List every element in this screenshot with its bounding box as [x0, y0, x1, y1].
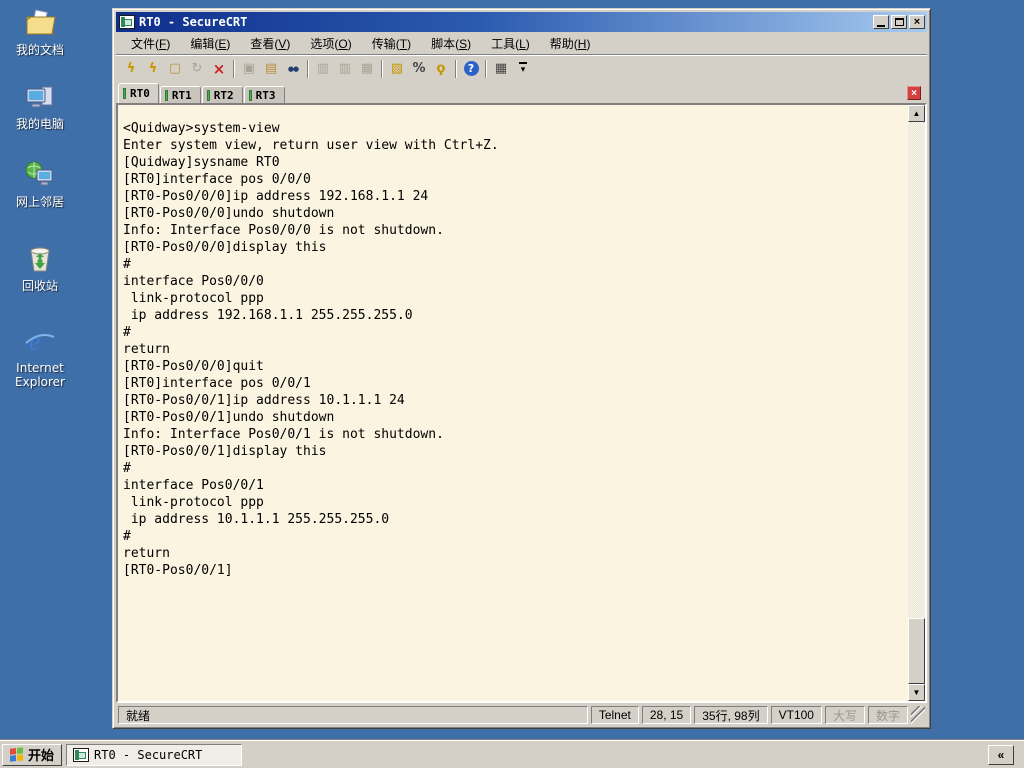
- close-button[interactable]: ×: [909, 15, 925, 29]
- status-num-lock: 数字: [867, 706, 908, 724]
- menu-bar: 文件(F) 编辑(E) 查看(V) 选项(O) 传输(T) 脚本(S) 工具(L…: [116, 32, 927, 54]
- title-bar[interactable]: RT0 - SecureCRT ×: [116, 12, 927, 32]
- keymap-editor-icon[interactable]: ▦: [490, 58, 512, 79]
- status-ready: 就绪: [118, 706, 588, 724]
- status-bar: 就绪 Telnet 28, 15 35行, 98列 VT100 大写 数字: [116, 703, 927, 725]
- status-screen-size: 35行, 98列: [694, 706, 768, 724]
- securecrt-app-icon: [119, 15, 135, 29]
- session-status-led: [206, 89, 210, 101]
- global-options-icon[interactable]: %: [408, 58, 430, 79]
- desktop-icon-label: 网上邻居: [15, 195, 64, 209]
- securecrt-window: RT0 - SecureCRT × 文件(F) 编辑(E) 查看(V) 选项(O…: [112, 8, 931, 729]
- scroll-up-icon[interactable]: ▲: [908, 105, 925, 122]
- svg-text:e: e: [29, 327, 41, 356]
- desktop-icon-internet-explorer[interactable]: e Internet Explorer: [4, 324, 76, 389]
- tab-rt3[interactable]: RT3: [243, 86, 285, 103]
- window-title: RT0 - SecureCRT: [139, 15, 248, 29]
- desktop-icon-label: 我的文档: [15, 43, 64, 57]
- desktop-icon-label: 我的电脑: [15, 117, 64, 131]
- scrollbar-thumb[interactable]: [908, 618, 925, 684]
- status-caps-lock: 大写: [824, 706, 865, 724]
- key-generator-icon[interactable]: ϙ: [430, 58, 452, 79]
- print-selection-icon[interactable]: ▥: [334, 58, 356, 79]
- menu-options[interactable]: 选项(O): [301, 33, 360, 54]
- network-places-icon: [23, 158, 57, 192]
- help-icon[interactable]: ?: [460, 58, 482, 79]
- toolbar: ϟ ϟ ▢ ↻ × ▣ ▤ ●● ▥ ▥ ▦ ▧ % ϙ ? ▦ ▾: [116, 54, 927, 82]
- connect-icon[interactable]: ϟ: [142, 58, 164, 79]
- resize-grip[interactable]: [911, 706, 925, 724]
- my-computer-icon: [23, 80, 57, 114]
- tab-close-icon[interactable]: ×: [907, 86, 921, 100]
- tab-rt2[interactable]: RT2: [201, 86, 243, 103]
- start-button[interactable]: 开始: [2, 743, 63, 766]
- reconnect-icon[interactable]: ↻: [186, 58, 208, 79]
- taskbar-task-securecrt[interactable]: RT0 - SecureCRT: [66, 743, 243, 766]
- scroll-down-icon[interactable]: ▼: [908, 684, 925, 701]
- menu-script[interactable]: 脚本(S): [422, 33, 480, 54]
- desktop-icon-my-computer[interactable]: 我的电脑: [4, 80, 76, 131]
- new-session-icon[interactable]: ▢: [164, 58, 186, 79]
- menu-transfer[interactable]: 传输(T): [363, 33, 420, 54]
- toolbar-separator: [381, 59, 383, 78]
- toolbar-separator: [307, 59, 309, 78]
- session-tab-bar: RT0 RT1 RT2 RT3 ×: [116, 82, 927, 103]
- print-preview-icon[interactable]: ▥: [312, 58, 334, 79]
- session-status-led: [164, 89, 168, 101]
- menu-file[interactable]: 文件(F): [122, 33, 179, 54]
- desktop-icon-recycle-bin[interactable]: 回收站: [4, 242, 76, 293]
- taskbar: 开始 RT0 - SecureCRT «: [0, 740, 1024, 768]
- terminal-output: <Quidway>system-view Enter system view, …: [123, 121, 499, 578]
- find-icon[interactable]: ●●: [282, 58, 304, 79]
- minimize-button[interactable]: [873, 15, 889, 29]
- internet-explorer-icon: e: [23, 324, 57, 358]
- toolbar-overflow-icon[interactable]: ▾: [512, 58, 534, 79]
- desktop-icon-label: Internet Explorer: [15, 361, 65, 389]
- maximize-button[interactable]: [891, 15, 907, 29]
- menu-tools[interactable]: 工具(L): [482, 33, 539, 54]
- desktop-icon-my-documents[interactable]: 我的文档: [4, 6, 76, 57]
- terminal-screen[interactable]: <Quidway>system-view Enter system view, …: [118, 105, 908, 701]
- recycle-bin-icon: [23, 242, 57, 276]
- vertical-scrollbar[interactable]: ▲ ▼: [908, 105, 925, 701]
- copy-icon[interactable]: ▣: [238, 58, 260, 79]
- status-emulation: VT100: [770, 706, 822, 724]
- my-documents-icon: [23, 6, 57, 40]
- toolbar-separator: [455, 59, 457, 78]
- paste-icon[interactable]: ▤: [260, 58, 282, 79]
- print-icon[interactable]: ▦: [356, 58, 378, 79]
- status-cursor-pos: 28, 15: [641, 706, 692, 724]
- desktop-icon-network-places[interactable]: 网上邻居: [4, 158, 76, 209]
- quick-connect-icon[interactable]: ϟ: [120, 58, 142, 79]
- terminal-area: <Quidway>system-view Enter system view, …: [116, 103, 927, 703]
- session-status-led: [248, 89, 252, 101]
- tray-expand-button[interactable]: «: [988, 744, 1014, 765]
- desktop-icon-label: 回收站: [21, 279, 58, 293]
- menu-edit[interactable]: 编辑(E): [181, 33, 239, 54]
- session-options-icon[interactable]: ▧: [386, 58, 408, 79]
- session-status-led: [123, 88, 126, 99]
- toolbar-separator: [233, 59, 235, 78]
- toolbar-separator: [485, 59, 487, 78]
- securecrt-task-icon: [73, 747, 90, 762]
- windows-logo-icon: [10, 746, 24, 762]
- tab-rt0[interactable]: RT0: [118, 83, 159, 103]
- disconnect-icon[interactable]: ×: [208, 58, 230, 79]
- menu-help[interactable]: 帮助(H): [541, 33, 600, 54]
- menu-view[interactable]: 查看(V): [241, 33, 299, 54]
- status-protocol: Telnet: [590, 706, 639, 724]
- tab-rt1[interactable]: RT1: [159, 86, 201, 103]
